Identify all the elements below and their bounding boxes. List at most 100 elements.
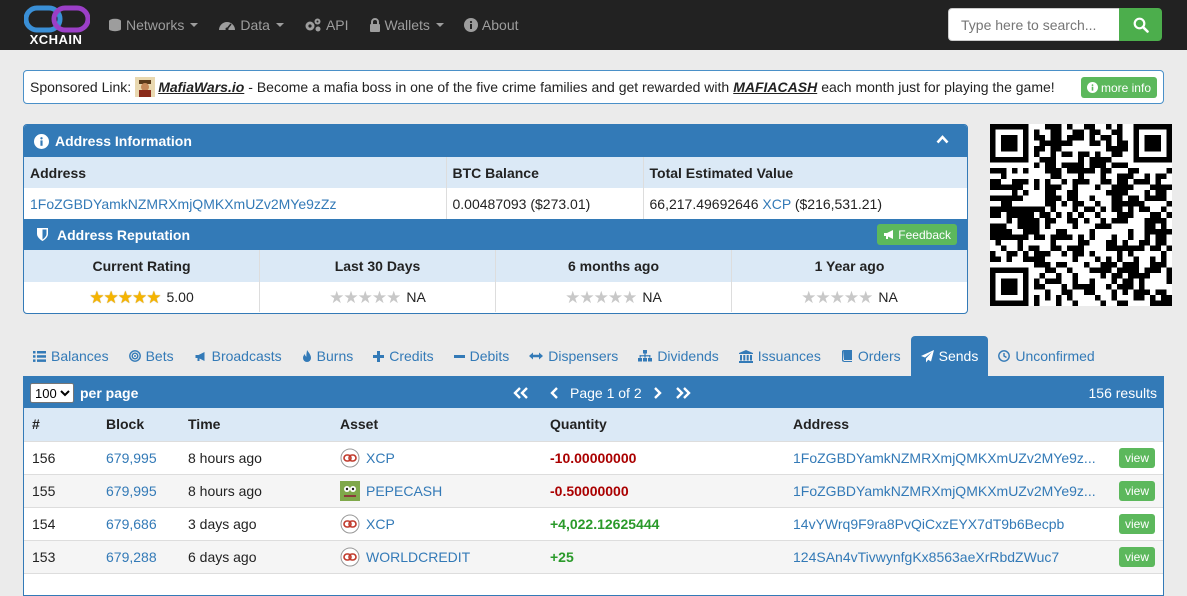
xcp-icon	[340, 514, 360, 533]
nav-wallets[interactable]: Wallets	[369, 17, 444, 33]
row-num: 153	[24, 539, 98, 573]
nav-data-label: Data	[240, 17, 270, 33]
view-button[interactable]: view	[1118, 513, 1155, 534]
next-page-icon[interactable]	[652, 386, 662, 399]
tab-debits[interactable]: Debits	[444, 336, 520, 376]
btc-balance-value: 0.00487093 ($273.01)	[446, 188, 644, 219]
minus-icon	[453, 354, 465, 358]
asset-link[interactable]: WORLDCREDIT	[366, 549, 470, 565]
table-row	[24, 572, 1163, 595]
address-link[interactable]: 1FoZGBDYamkNZMRXmjQMKXmUZv2MYe9z...	[793, 450, 1096, 466]
xchain-logo[interactable]: XCHAIN	[22, 5, 90, 47]
asset-link[interactable]: PEPECASH	[366, 483, 442, 499]
row-num: 155	[24, 473, 98, 507]
sponsor-token-link[interactable]: MAFIACASH	[733, 79, 817, 95]
prev-page-icon[interactable]	[550, 386, 560, 399]
address-info-table: Address BTC Balance Total Estimated Valu…	[24, 157, 967, 219]
more-info-button[interactable]: more info	[1080, 77, 1157, 98]
sends-table: # Block Time Asset Quantity Address 156 …	[24, 408, 1163, 595]
total-value-asset-link[interactable]: XCP	[762, 196, 791, 212]
star-icon: ★	[103, 287, 119, 307]
tab-label: Issuances	[757, 348, 821, 364]
infinity-rings-icon	[24, 5, 90, 33]
nav-data[interactable]: Data	[218, 17, 284, 33]
chevron-up-icon[interactable]	[936, 135, 949, 144]
col-header-block: Block	[98, 408, 180, 441]
navbar: XCHAIN Networks Data API Wallets About	[0, 0, 1187, 50]
tab-label: Balances	[51, 348, 109, 364]
lock-icon	[369, 18, 380, 32]
view-button[interactable]: view	[1118, 447, 1155, 468]
address-link[interactable]: 1FoZGBDYamkNZMRXmjQMKXmUZv2MYe9zZz	[30, 196, 336, 212]
star-rating: ★ ★ ★ ★ ★	[801, 287, 873, 307]
view-button[interactable]: view	[1118, 546, 1155, 567]
search-form	[948, 8, 1162, 41]
tab-credits[interactable]: Credits	[363, 336, 443, 376]
sponsor-site-link[interactable]: MafiaWars.io	[158, 79, 244, 95]
rating-value: NA	[878, 289, 898, 305]
search-button[interactable]	[1119, 8, 1162, 41]
address-link[interactable]: 1FoZGBDYamkNZMRXmjQMKXmUZv2MYe9z...	[793, 483, 1096, 499]
sponsor-text-2: each month just for playing the game!	[821, 79, 1055, 95]
tab-dividends[interactable]: Dividends	[628, 336, 728, 376]
nav-networks[interactable]: Networks	[108, 17, 199, 33]
star-icon: ★	[146, 287, 161, 307]
fire-icon	[302, 349, 311, 362]
block-link[interactable]: 679,288	[106, 549, 157, 565]
tab-broadcasts[interactable]: Broadcasts	[184, 336, 292, 376]
caret-down-icon	[190, 23, 199, 27]
nav-api-label: API	[325, 17, 349, 33]
star-rating: ★ ★ ★ ★ ★	[329, 287, 401, 307]
sponsored-link-bar: Sponsored Link: MafiaWars.io - Become a …	[23, 70, 1164, 104]
col-header-asset: Asset	[332, 408, 542, 441]
search-input[interactable]	[948, 8, 1119, 41]
asset-link[interactable]: XCP	[366, 516, 395, 532]
nav-networks-label: Networks	[126, 17, 185, 33]
rating-value: 5.00	[166, 289, 194, 305]
row-time: 8 hours ago	[180, 473, 332, 507]
per-page-select[interactable]: 100	[30, 383, 74, 403]
star-icon: ★	[132, 287, 147, 307]
tab-label: Sends	[938, 348, 979, 364]
feedback-button[interactable]: Feedback	[877, 224, 957, 245]
asset-link[interactable]: XCP	[366, 450, 395, 466]
star-icon: ★	[89, 287, 104, 307]
star-icon: ★	[343, 287, 358, 307]
col-header-quantity: Quantity	[542, 408, 785, 441]
address-reputation-title: Address Reputation	[57, 226, 191, 243]
tab-dispensers[interactable]: Dispensers	[519, 336, 628, 376]
col-header-num: #	[24, 408, 98, 441]
tab-balances[interactable]: Balances	[23, 336, 119, 376]
row-time: 3 days ago	[180, 506, 332, 540]
pagination: Page 1 of 2	[512, 377, 702, 408]
tab-bets[interactable]: Bets	[119, 336, 184, 376]
address-link[interactable]: 14vYWrq9F9ra8PvQiCxzEYX7dT9b6Becpb	[793, 516, 1064, 532]
last-page-icon[interactable]	[674, 386, 692, 399]
caret-down-icon	[275, 23, 284, 27]
tab-orders[interactable]: Orders	[831, 336, 911, 376]
row-quantity: -0.50000000	[550, 482, 629, 499]
first-page-icon[interactable]	[512, 386, 530, 399]
tab-unconfirmed[interactable]: Unconfirmed	[988, 336, 1104, 376]
col-header-btc-balance: BTC Balance	[446, 157, 644, 188]
bank-icon	[738, 349, 753, 363]
nav-about[interactable]: About	[463, 17, 519, 33]
tab-issuances[interactable]: Issuances	[729, 336, 831, 376]
tab-burns[interactable]: Burns	[292, 336, 364, 376]
nav-api[interactable]: API	[304, 17, 349, 33]
search-icon	[1133, 17, 1149, 33]
address-link[interactable]: 124SAn4vTivwynfgKx8563aeXrRbdZWuc7	[793, 549, 1059, 565]
address-info-header[interactable]: Address Information	[24, 125, 967, 157]
tab-sends[interactable]: Sends	[910, 336, 989, 376]
row-time: 6 days ago	[180, 539, 332, 573]
per-page-control: 100 per page	[30, 383, 138, 403]
row-num: 156	[24, 440, 98, 474]
block-link[interactable]: 679,995	[106, 450, 157, 466]
block-link[interactable]: 679,686	[106, 516, 157, 532]
view-button[interactable]: view	[1118, 480, 1155, 501]
block-link[interactable]: 679,995	[106, 483, 157, 499]
bullhorn-icon	[195, 351, 205, 361]
star-icon: ★	[829, 287, 845, 307]
star-icon: ★	[579, 287, 594, 307]
table-row: 155 679,995 8 hours ago PEPECASH -0.5000…	[24, 473, 1163, 507]
